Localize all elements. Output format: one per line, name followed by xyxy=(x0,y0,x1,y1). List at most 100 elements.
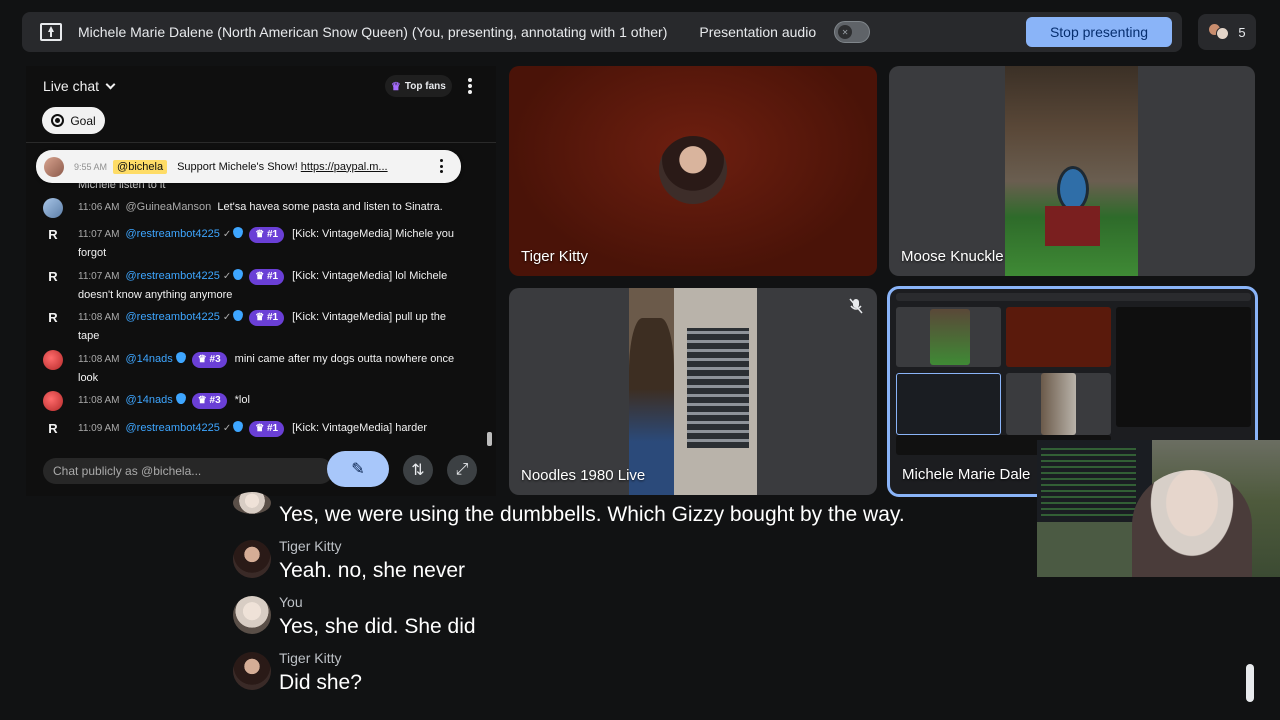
captions-panel: Yes, we were using the dumbbells. Which … xyxy=(0,492,1280,720)
check-icon: ✓ xyxy=(222,423,232,434)
rank-label: #3 xyxy=(209,395,221,406)
crown-icon: ♛ xyxy=(255,312,265,323)
list-item: 11:06 AM @GuineaManson Let'sa havea some … xyxy=(43,198,463,218)
presentation-audio-label: Presentation audio xyxy=(699,24,817,40)
crown-icon: ♛ xyxy=(255,271,265,282)
goal-button[interactable]: Goal xyxy=(42,107,105,134)
avatar xyxy=(233,540,271,578)
presenting-bar: Michele Marie Dalene (North American Sno… xyxy=(22,12,1182,52)
message-time: 11:07 AM xyxy=(78,271,120,282)
rank-badge: ♛ #1 xyxy=(249,269,285,285)
rank-label: #1 xyxy=(266,229,279,240)
live-chat-dropdown[interactable]: Live chat xyxy=(43,78,116,94)
rank-badge: ♛ #3 xyxy=(191,393,227,409)
avatar xyxy=(233,492,271,514)
goal-target-icon xyxy=(51,114,65,127)
rank-badge: ♛ #1 xyxy=(249,310,285,326)
live-chat-title: Live chat xyxy=(43,78,100,94)
chat-input-area: Chat publicly as @bichela... ✎ ⇅ ⤢ xyxy=(26,451,496,496)
list-item: R 11:08 AM @restreambot4225 ✓ ♛ #1 [Kick: Vi… xyxy=(43,308,463,345)
avatar xyxy=(659,136,727,204)
chevron-down-icon xyxy=(105,79,116,89)
caption-text: Yes, we were using the dumbbells. Which … xyxy=(279,503,905,526)
volume-off-icon: ✕ xyxy=(838,25,853,39)
rank-label: #1 xyxy=(266,312,279,323)
list-item: 11:08 AM @14nads ♛ #3 *lol xyxy=(43,391,463,411)
crown-icon: ♛ xyxy=(255,229,265,240)
captions-scrollbar[interactable] xyxy=(1246,664,1254,702)
participant-tile[interactable]: Noodles 1980 Live xyxy=(509,288,877,495)
list-item: 11:08 AM @14nads ♛ #3 mini came after my do… xyxy=(43,350,463,387)
pinned-link[interactable]: https://paypal.m... xyxy=(301,161,388,173)
rank-badge: ♛ #1 xyxy=(249,421,285,437)
avatar: R xyxy=(48,310,58,325)
stop-presenting-button[interactable]: Stop presenting xyxy=(1026,17,1172,47)
participant-name: Tiger Kitty xyxy=(521,248,588,265)
participant-count: 5 xyxy=(1238,24,1246,40)
message-username[interactable]: @restreambot4225 xyxy=(126,311,220,323)
message-username[interactable]: @14nads xyxy=(126,394,173,406)
pinned-more-icon[interactable] xyxy=(440,159,443,173)
message-username[interactable]: @restreambot4225 xyxy=(126,228,220,240)
participants-button[interactable]: 5 xyxy=(1198,14,1256,50)
participant-video xyxy=(629,288,757,495)
message-time: 11:08 AM xyxy=(78,395,120,406)
message-username[interactable]: @restreambot4225 xyxy=(126,422,220,434)
message-time: 11:07 AM xyxy=(78,229,120,240)
avatar xyxy=(43,198,63,218)
verified-icon xyxy=(233,227,244,238)
live-chat-panel: Live chat ♛ Top fans Goal Michele listen… xyxy=(26,66,496,496)
crown-icon: ♛ xyxy=(391,80,401,93)
pinned-username: @bichela xyxy=(113,159,168,174)
rank-badge: ♛ #3 xyxy=(191,352,227,368)
verified-icon xyxy=(233,269,244,280)
participant-video xyxy=(1005,66,1138,276)
verified-icon xyxy=(233,421,244,432)
participant-name: Noodles 1980 Live xyxy=(521,467,646,484)
avatar xyxy=(43,350,63,370)
pinned-time: 9:55 AM xyxy=(74,161,108,172)
rank-label: #3 xyxy=(209,354,221,365)
caption-speaker: Tiger Kitty xyxy=(279,650,342,666)
list-item: R 11:07 AM @restreambot4225 ✓ ♛ #1 [Kick: Vi… xyxy=(43,225,463,262)
check-icon: ✓ xyxy=(222,271,232,282)
crown-icon: ♛ xyxy=(197,395,207,406)
rank-label: #1 xyxy=(266,423,279,434)
pinned-message[interactable]: 9:55 AM @bichela Support Michele's Show!… xyxy=(36,150,461,183)
expand-icon: ⤢ xyxy=(455,461,469,478)
avatar xyxy=(44,156,64,177)
swap-button[interactable]: ⇅ xyxy=(403,455,433,485)
caption-text: Did she? xyxy=(279,671,362,694)
message-text: [Kick: VintageMedia] harder xyxy=(292,422,428,434)
message-username[interactable]: @14nads xyxy=(126,353,173,365)
avatar: R xyxy=(48,421,58,436)
presenter-status-text: Michele Marie Dalene (North American Sno… xyxy=(78,24,668,40)
annotate-button[interactable]: ✎ xyxy=(327,451,389,487)
message-username[interactable]: @restreambot4225 xyxy=(126,270,220,282)
avatar: R xyxy=(48,269,58,284)
caption-text: Yeah. no, she never xyxy=(279,559,466,582)
caption-text: Yes, she did. She did xyxy=(279,615,476,638)
pinned-text: Support Michele's Show! xyxy=(177,160,298,173)
presentation-audio-toggle[interactable]: ✕ xyxy=(834,21,871,43)
participant-tile[interactable]: Tiger Kitty xyxy=(509,66,877,276)
present-to-all-icon xyxy=(40,23,62,41)
mic-off-icon xyxy=(849,298,865,314)
caption-speaker: You xyxy=(279,594,303,610)
chat-divider xyxy=(26,142,496,143)
participant-name: Moose Knuckle xyxy=(901,248,1004,265)
crown-icon: ♛ xyxy=(197,354,207,365)
chat-more-options-icon[interactable] xyxy=(468,78,472,94)
message-username[interactable]: @GuineaManson xyxy=(126,201,212,213)
rank-label: #1 xyxy=(266,271,279,282)
message-time: 11:06 AM xyxy=(78,202,120,213)
avatar xyxy=(43,391,63,411)
avatar: R xyxy=(48,227,58,242)
top-fans-button[interactable]: ♛ Top fans xyxy=(385,75,452,97)
message-text: Let'sa havea some pasta and listen to Si… xyxy=(217,201,443,213)
top-fans-label: Top fans xyxy=(404,80,446,92)
expand-button[interactable]: ⤢ xyxy=(447,455,477,485)
participant-tile[interactable]: Moose Knuckle xyxy=(889,66,1255,276)
chat-scrollbar[interactable] xyxy=(487,432,492,446)
chat-input[interactable]: Chat publicly as @bichela... xyxy=(43,458,333,484)
